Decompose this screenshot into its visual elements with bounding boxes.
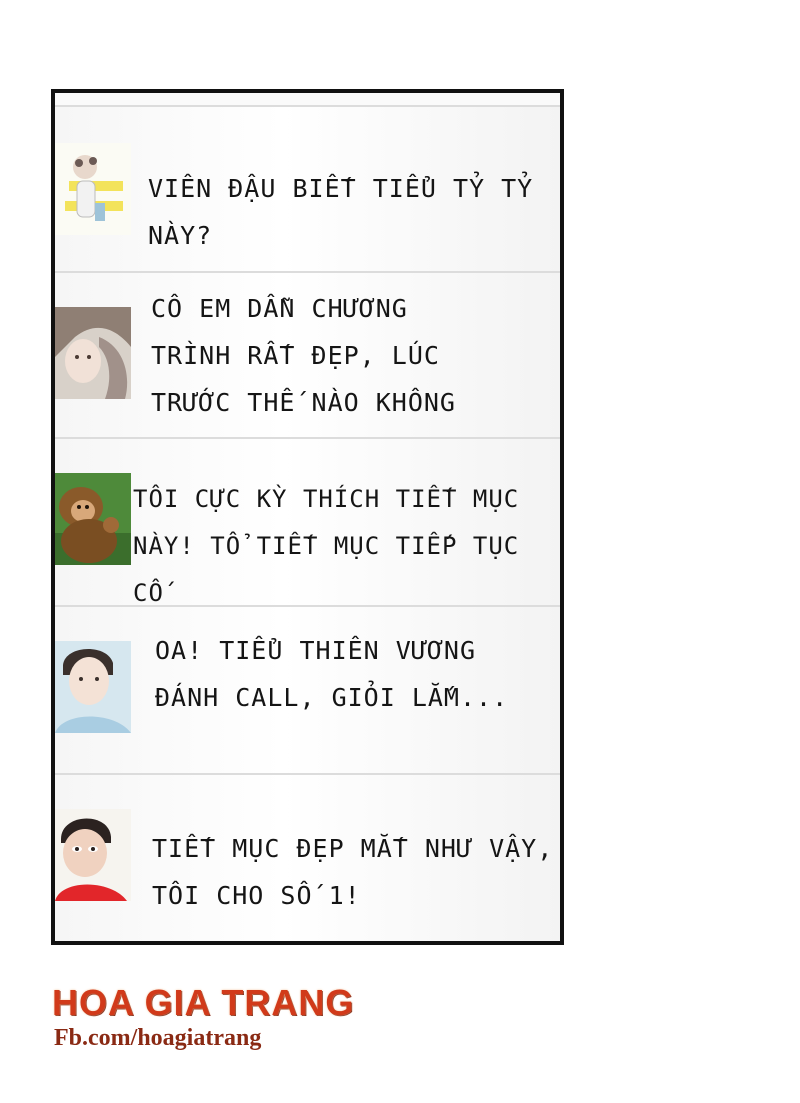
comment-text: TÔI CỰC KỲ THÍCH TIẾT MỤC NÀY! TỔ TIẾT M… — [133, 485, 520, 607]
comment-item: CÔ EM DẪN CHƯƠNG TRÌNH RẤT ĐẸP, LÚC TRƯỚ… — [55, 273, 560, 439]
chibi-character-avatar[interactable] — [55, 143, 131, 235]
watermark-url: Fb.com/hoagiatrang — [54, 1025, 262, 1051]
comment-text: CÔ EM DẪN CHƯƠNG TRÌNH RẤT ĐẸP, LÚC TRƯỚ… — [151, 294, 456, 417]
comment-item: TIẾT MỤC ĐẸP MẮT NHƯ VẬY, TÔI CHO SỐ 1! — [55, 775, 560, 941]
comment-item: VIÊN ĐẬU BIẾT TIỂU TỶ TỶ NÀY? — [55, 107, 560, 273]
comment-text: TIẾT MỤC ĐẸP MẮT NHƯ VẬY, TÔI CHO SỐ 1! — [152, 834, 554, 910]
comment-item: TÔI CỰC KỲ THÍCH TIẾT MỤC NÀY! TỔ TIẾT M… — [55, 439, 560, 607]
monkey-avatar[interactable] — [55, 473, 131, 565]
girl-long-hair-avatar[interactable] — [55, 307, 131, 399]
comment-item: OA! TIỂU THIÊN VƯƠNG ĐÁNH CALL, GIỎI LẮM… — [55, 607, 560, 775]
comment-text: OA! TIỂU THIÊN VƯƠNG ĐÁNH CALL, GIỎI LẮM… — [155, 636, 509, 712]
list-top-edge — [55, 93, 560, 107]
comment-text: VIÊN ĐẬU BIẾT TIỂU TỶ TỶ NÀY? — [148, 174, 534, 250]
watermark-logo: HOA GIA TRANG Fb.com/hoagiatrang — [52, 983, 354, 1053]
comment-list-panel: VIÊN ĐẬU BIẾT TIỂU TỶ TỶ NÀY? CÔ EM DẪN … — [51, 89, 564, 945]
boy-red-shirt-avatar[interactable] — [55, 809, 131, 901]
young-man-avatar[interactable] — [55, 641, 131, 733]
watermark-title: HOA GIA TRANG — [52, 982, 355, 1023]
